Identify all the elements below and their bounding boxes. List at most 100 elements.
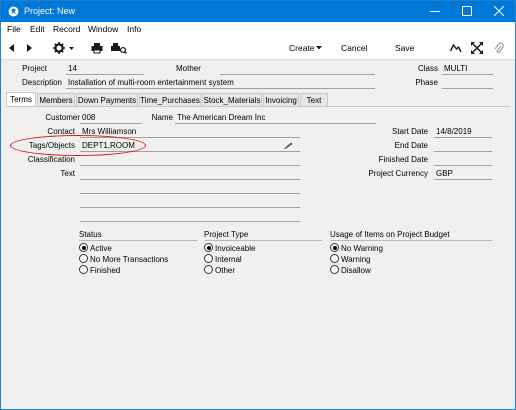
activity-icon[interactable] xyxy=(450,42,462,54)
next-record-icon[interactable] xyxy=(25,42,33,54)
customer-value[interactable]: 008 xyxy=(82,113,95,122)
finished-date-field-underline xyxy=(434,165,492,166)
expand-icon[interactable] xyxy=(471,42,483,54)
classification-label: Classification xyxy=(27,155,75,164)
customer-field-underline xyxy=(80,123,142,124)
usage-warning-label: Warning xyxy=(341,255,371,264)
type-internal-radio[interactable] xyxy=(204,254,213,263)
usage-group-title: Usage of Items on Project Budget xyxy=(330,230,450,239)
menu-record[interactable]: Record xyxy=(53,24,80,34)
menu-window[interactable]: Window xyxy=(88,24,118,34)
status-no-more-transactions-label: No More Transactions xyxy=(90,255,169,264)
project-type-group-divider xyxy=(204,240,322,241)
tab-invoicing[interactable]: Invoicing xyxy=(263,93,299,107)
end-date-field-underline xyxy=(434,151,492,152)
usage-no-warning-radio[interactable] xyxy=(330,243,339,252)
status-finished-label: Finished xyxy=(90,266,121,275)
start-date-field-underline xyxy=(434,137,492,138)
usage-disallow-radio[interactable] xyxy=(330,265,339,274)
name-field-underline xyxy=(175,123,376,124)
project-currency-label: Project Currency xyxy=(368,169,428,178)
menu-bar: File Edit Record Window Info xyxy=(1,22,515,36)
type-other-label: Other xyxy=(215,266,236,275)
name-value[interactable]: The American Dream Inc xyxy=(177,113,265,122)
status-active-radio[interactable] xyxy=(79,243,88,252)
classification-field-underline xyxy=(80,165,300,166)
print-icon[interactable] xyxy=(91,42,103,54)
create-dropdown-icon[interactable] xyxy=(316,46,322,58)
project-value[interactable]: 14 xyxy=(68,64,77,73)
finished-date-label: Finished Date xyxy=(378,155,428,164)
type-invoiceable-label: Invoiceable xyxy=(215,244,256,253)
usage-no-warning-label: No Warning xyxy=(341,244,383,253)
text-field-line-2 xyxy=(80,193,300,194)
mother-label: Mother xyxy=(176,64,201,73)
usage-disallow-label: Disallow xyxy=(341,266,371,275)
project-currency-field-underline xyxy=(434,179,492,180)
menu-edit[interactable]: Edit xyxy=(30,24,45,34)
tab-time-purchases[interactable]: Time_Purchases xyxy=(139,93,201,107)
status-active-label: Active xyxy=(90,244,112,253)
usage-warning-radio[interactable] xyxy=(330,254,339,263)
customer-label: Customer xyxy=(45,113,80,122)
status-finished-radio[interactable] xyxy=(79,265,88,274)
project-currency-value[interactable]: GBP xyxy=(436,169,453,178)
maximize-icon xyxy=(462,6,472,16)
text-field-line-1 xyxy=(80,179,300,180)
tab-stock-materials[interactable]: Stock_Materials xyxy=(202,93,262,107)
description-value[interactable]: Installation of multi-room entertainment… xyxy=(68,78,234,87)
phase-label: Phase xyxy=(415,78,438,87)
project-type-group-title: Project Type xyxy=(204,230,249,239)
window-title: Project: New xyxy=(24,6,76,16)
type-invoiceable-radio[interactable] xyxy=(204,243,213,252)
start-date-value[interactable]: 14/8/2019 xyxy=(436,127,472,136)
title-bar: Project: New xyxy=(1,1,515,22)
attachment-icon[interactable] xyxy=(494,42,504,54)
text-field-line-3 xyxy=(80,207,300,208)
mother-field-underline xyxy=(220,74,375,75)
class-label: Class xyxy=(417,64,438,73)
tab-members[interactable]: Members xyxy=(37,93,75,107)
menu-file[interactable]: File xyxy=(7,24,21,34)
start-date-label: Start Date xyxy=(391,127,428,136)
phase-field-underline xyxy=(442,88,493,89)
project-window: Project: New File Edit Record Window Inf… xyxy=(0,0,516,410)
project-label: Project xyxy=(22,64,47,73)
previous-record-icon[interactable] xyxy=(8,42,16,54)
cancel-button[interactable]: Cancel xyxy=(341,43,367,53)
terms-panel: Customer 008 Name The American Dream Inc… xyxy=(6,106,510,404)
record-form: Project 14 Mother Class MULTI Descriptio… xyxy=(1,60,515,409)
usage-group-divider xyxy=(330,240,492,241)
tab-terms[interactable]: Terms xyxy=(6,92,36,107)
gear-menu-icon[interactable] xyxy=(53,42,75,54)
status-no-more-transactions-radio[interactable] xyxy=(79,254,88,263)
save-button[interactable]: Save xyxy=(395,43,414,53)
close-icon xyxy=(494,6,504,16)
maximize-button[interactable] xyxy=(451,1,483,22)
minimize-button[interactable] xyxy=(419,1,451,22)
end-date-label: End Date xyxy=(394,141,428,150)
text-label: Text xyxy=(60,169,75,178)
print-preview-icon[interactable] xyxy=(111,42,127,54)
tab-down-payments[interactable]: Down Payments xyxy=(76,93,138,107)
type-internal-label: Internal xyxy=(215,255,242,264)
tag-picker-icon[interactable] xyxy=(283,142,293,150)
highlight-ellipse xyxy=(10,135,146,156)
app-icon xyxy=(8,6,19,17)
minimize-icon xyxy=(430,11,440,12)
text-field-line-4 xyxy=(80,221,300,222)
tab-text[interactable]: Text xyxy=(300,93,328,107)
name-label: Name xyxy=(151,113,173,122)
status-group-title: Status xyxy=(79,230,102,239)
close-button[interactable] xyxy=(483,1,515,22)
toolbar: Create Cancel Save xyxy=(1,36,515,60)
class-value[interactable]: MULTI xyxy=(444,64,467,73)
class-field-underline xyxy=(442,74,493,75)
create-button[interactable]: Create xyxy=(289,43,315,53)
status-group-divider xyxy=(79,240,197,241)
type-other-radio[interactable] xyxy=(204,265,213,274)
description-field-underline xyxy=(66,88,375,89)
description-label: Description xyxy=(21,78,62,87)
menu-info[interactable]: Info xyxy=(127,24,141,34)
project-field-underline xyxy=(66,74,144,75)
